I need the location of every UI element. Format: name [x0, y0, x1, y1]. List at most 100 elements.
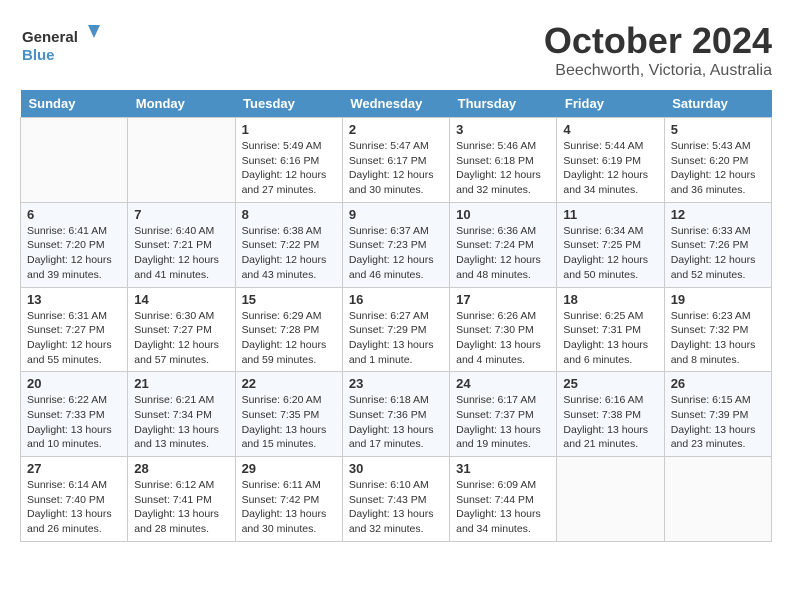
location-title: Beechworth, Victoria, Australia	[544, 62, 772, 80]
day-number: 25	[563, 376, 657, 391]
logo: General Blue	[20, 20, 100, 70]
svg-text:Blue: Blue	[22, 47, 55, 64]
day-info: Sunrise: 6:20 AMSunset: 7:35 PMDaylight:…	[242, 393, 336, 452]
calendar-cell: 26 Sunrise: 6:15 AMSunset: 7:39 PMDaylig…	[664, 372, 771, 457]
day-number: 6	[27, 207, 121, 222]
day-info: Sunrise: 6:14 AMSunset: 7:40 PMDaylight:…	[27, 478, 121, 537]
calendar-cell: 22 Sunrise: 6:20 AMSunset: 7:35 PMDaylig…	[235, 372, 342, 457]
calendar-cell: 12 Sunrise: 6:33 AMSunset: 7:26 PMDaylig…	[664, 202, 771, 287]
day-info: Sunrise: 6:15 AMSunset: 7:39 PMDaylight:…	[671, 393, 765, 452]
calendar-cell	[664, 457, 771, 542]
day-info: Sunrise: 6:12 AMSunset: 7:41 PMDaylight:…	[134, 478, 228, 537]
day-number: 7	[134, 207, 228, 222]
calendar-cell	[557, 457, 664, 542]
day-info: Sunrise: 6:21 AMSunset: 7:34 PMDaylight:…	[134, 393, 228, 452]
day-number: 16	[349, 292, 443, 307]
calendar-cell: 24 Sunrise: 6:17 AMSunset: 7:37 PMDaylig…	[450, 372, 557, 457]
day-info: Sunrise: 6:17 AMSunset: 7:37 PMDaylight:…	[456, 393, 550, 452]
day-info: Sunrise: 5:43 AMSunset: 6:20 PMDaylight:…	[671, 139, 765, 198]
day-number: 1	[242, 122, 336, 137]
day-info: Sunrise: 6:18 AMSunset: 7:36 PMDaylight:…	[349, 393, 443, 452]
day-number: 20	[27, 376, 121, 391]
day-number: 12	[671, 207, 765, 222]
day-info: Sunrise: 5:44 AMSunset: 6:19 PMDaylight:…	[563, 139, 657, 198]
calendar-cell: 17 Sunrise: 6:26 AMSunset: 7:30 PMDaylig…	[450, 287, 557, 372]
day-number: 10	[456, 207, 550, 222]
day-info: Sunrise: 6:37 AMSunset: 7:23 PMDaylight:…	[349, 224, 443, 283]
calendar-cell: 8 Sunrise: 6:38 AMSunset: 7:22 PMDayligh…	[235, 202, 342, 287]
day-number: 28	[134, 461, 228, 476]
weekday-header-sunday: Sunday	[21, 90, 128, 118]
day-number: 9	[349, 207, 443, 222]
header: General Blue October 2024 Beechworth, Vi…	[20, 20, 772, 80]
title-section: October 2024 Beechworth, Victoria, Austr…	[544, 20, 772, 80]
day-number: 17	[456, 292, 550, 307]
weekday-header-wednesday: Wednesday	[342, 90, 449, 118]
day-number: 31	[456, 461, 550, 476]
day-info: Sunrise: 6:36 AMSunset: 7:24 PMDaylight:…	[456, 224, 550, 283]
calendar-cell: 11 Sunrise: 6:34 AMSunset: 7:25 PMDaylig…	[557, 202, 664, 287]
day-info: Sunrise: 6:23 AMSunset: 7:32 PMDaylight:…	[671, 309, 765, 368]
calendar-week-1: 1 Sunrise: 5:49 AMSunset: 6:16 PMDayligh…	[21, 118, 772, 203]
day-number: 30	[349, 461, 443, 476]
calendar-cell: 31 Sunrise: 6:09 AMSunset: 7:44 PMDaylig…	[450, 457, 557, 542]
weekday-header-friday: Friday	[557, 90, 664, 118]
calendar-cell: 25 Sunrise: 6:16 AMSunset: 7:38 PMDaylig…	[557, 372, 664, 457]
day-number: 29	[242, 461, 336, 476]
day-info: Sunrise: 6:29 AMSunset: 7:28 PMDaylight:…	[242, 309, 336, 368]
svg-text:General: General	[22, 29, 78, 46]
day-info: Sunrise: 6:25 AMSunset: 7:31 PMDaylight:…	[563, 309, 657, 368]
calendar-cell: 16 Sunrise: 6:27 AMSunset: 7:29 PMDaylig…	[342, 287, 449, 372]
calendar-week-4: 20 Sunrise: 6:22 AMSunset: 7:33 PMDaylig…	[21, 372, 772, 457]
calendar-cell: 15 Sunrise: 6:29 AMSunset: 7:28 PMDaylig…	[235, 287, 342, 372]
calendar-cell: 20 Sunrise: 6:22 AMSunset: 7:33 PMDaylig…	[21, 372, 128, 457]
day-number: 27	[27, 461, 121, 476]
day-info: Sunrise: 6:09 AMSunset: 7:44 PMDaylight:…	[456, 478, 550, 537]
weekday-header-saturday: Saturday	[664, 90, 771, 118]
day-info: Sunrise: 5:49 AMSunset: 6:16 PMDaylight:…	[242, 139, 336, 198]
day-number: 21	[134, 376, 228, 391]
day-number: 8	[242, 207, 336, 222]
day-number: 2	[349, 122, 443, 137]
calendar-table: SundayMondayTuesdayWednesdayThursdayFrid…	[20, 90, 772, 542]
day-number: 19	[671, 292, 765, 307]
calendar-week-5: 27 Sunrise: 6:14 AMSunset: 7:40 PMDaylig…	[21, 457, 772, 542]
calendar-cell: 23 Sunrise: 6:18 AMSunset: 7:36 PMDaylig…	[342, 372, 449, 457]
logo-svg: General Blue	[20, 20, 100, 70]
day-info: Sunrise: 6:40 AMSunset: 7:21 PMDaylight:…	[134, 224, 228, 283]
day-number: 11	[563, 207, 657, 222]
day-info: Sunrise: 6:31 AMSunset: 7:27 PMDaylight:…	[27, 309, 121, 368]
day-info: Sunrise: 6:41 AMSunset: 7:20 PMDaylight:…	[27, 224, 121, 283]
day-info: Sunrise: 5:46 AMSunset: 6:18 PMDaylight:…	[456, 139, 550, 198]
calendar-cell: 3 Sunrise: 5:46 AMSunset: 6:18 PMDayligh…	[450, 118, 557, 203]
day-number: 4	[563, 122, 657, 137]
calendar-cell	[128, 118, 235, 203]
day-info: Sunrise: 6:33 AMSunset: 7:26 PMDaylight:…	[671, 224, 765, 283]
weekday-header-monday: Monday	[128, 90, 235, 118]
day-number: 3	[456, 122, 550, 137]
day-info: Sunrise: 6:34 AMSunset: 7:25 PMDaylight:…	[563, 224, 657, 283]
day-number: 26	[671, 376, 765, 391]
calendar-cell: 10 Sunrise: 6:36 AMSunset: 7:24 PMDaylig…	[450, 202, 557, 287]
weekday-header-tuesday: Tuesday	[235, 90, 342, 118]
calendar-cell: 2 Sunrise: 5:47 AMSunset: 6:17 PMDayligh…	[342, 118, 449, 203]
day-number: 5	[671, 122, 765, 137]
day-info: Sunrise: 5:47 AMSunset: 6:17 PMDaylight:…	[349, 139, 443, 198]
day-number: 14	[134, 292, 228, 307]
calendar-cell: 14 Sunrise: 6:30 AMSunset: 7:27 PMDaylig…	[128, 287, 235, 372]
weekday-header-thursday: Thursday	[450, 90, 557, 118]
day-info: Sunrise: 6:16 AMSunset: 7:38 PMDaylight:…	[563, 393, 657, 452]
day-info: Sunrise: 6:10 AMSunset: 7:43 PMDaylight:…	[349, 478, 443, 537]
day-info: Sunrise: 6:26 AMSunset: 7:30 PMDaylight:…	[456, 309, 550, 368]
calendar-cell: 5 Sunrise: 5:43 AMSunset: 6:20 PMDayligh…	[664, 118, 771, 203]
calendar-cell: 30 Sunrise: 6:10 AMSunset: 7:43 PMDaylig…	[342, 457, 449, 542]
calendar-cell: 13 Sunrise: 6:31 AMSunset: 7:27 PMDaylig…	[21, 287, 128, 372]
calendar-cell: 18 Sunrise: 6:25 AMSunset: 7:31 PMDaylig…	[557, 287, 664, 372]
day-number: 23	[349, 376, 443, 391]
calendar-cell: 1 Sunrise: 5:49 AMSunset: 6:16 PMDayligh…	[235, 118, 342, 203]
day-info: Sunrise: 6:38 AMSunset: 7:22 PMDaylight:…	[242, 224, 336, 283]
day-number: 18	[563, 292, 657, 307]
day-info: Sunrise: 6:30 AMSunset: 7:27 PMDaylight:…	[134, 309, 228, 368]
calendar-cell	[21, 118, 128, 203]
calendar-cell: 28 Sunrise: 6:12 AMSunset: 7:41 PMDaylig…	[128, 457, 235, 542]
